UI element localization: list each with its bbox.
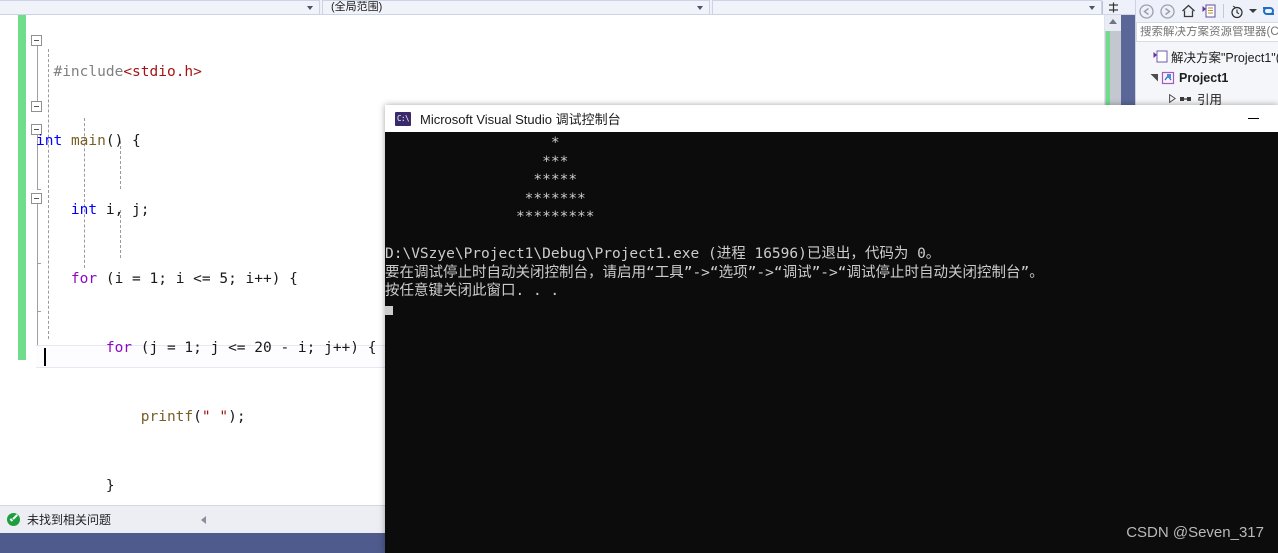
console-output: * *** ***** ******* ********* D:\VSzye\P… bbox=[385, 132, 1278, 553]
console-cursor bbox=[385, 305, 393, 315]
code-line-2: int main() { bbox=[36, 133, 141, 149]
tree-item-project[interactable]: Project1 bbox=[1136, 67, 1278, 88]
console-output-line: *** bbox=[385, 153, 569, 170]
error-list-status-text: 未找到相关问题 bbox=[27, 513, 112, 527]
app-window: (全局范围) #include<stdio.h> int main() {in… bbox=[0, 0, 1278, 553]
code-line-1: #include<stdio.h> bbox=[36, 64, 202, 80]
watermark-text: CSDN @Seven_317 bbox=[1126, 524, 1264, 541]
navigation-bar: (全局范围) bbox=[0, 0, 1278, 15]
back-arrow-icon[interactable] bbox=[1136, 1, 1157, 21]
twisty-placeholder bbox=[1140, 50, 1153, 63]
code-line-7: } bbox=[36, 478, 115, 494]
solution-explorer-search[interactable] bbox=[1136, 22, 1278, 42]
twisty-expanded-icon[interactable] bbox=[1148, 71, 1161, 84]
tree-item-solution[interactable]: 解决方案"Project1"(1 bbox=[1136, 46, 1278, 67]
navigation-scope-combo[interactable]: (全局范围) bbox=[322, 0, 710, 15]
tree-item-label: 解决方案"Project1"(1 bbox=[1171, 51, 1278, 65]
navigation-scope-combo-label: (全局范围) bbox=[331, 1, 383, 13]
minimize-button[interactable] bbox=[1231, 105, 1276, 132]
check-circle-icon bbox=[7, 513, 20, 526]
source-code[interactable]: #include<stdio.h> int main() { int i, j;… bbox=[36, 15, 403, 505]
console-output-line: 要在调试停止时自动关闭控制台，请启用“工具”->“选项”->“调试”->“调试停… bbox=[385, 264, 1044, 281]
chevron-down-icon[interactable] bbox=[1248, 1, 1258, 21]
cmd-console-icon: C:\ bbox=[395, 111, 411, 126]
code-line-4: for (i = 1; i <= 5; i++) { bbox=[70, 271, 298, 287]
toolbar-divider bbox=[1102, 1, 1103, 14]
scroll-up-arrow-icon[interactable] bbox=[1109, 19, 1117, 24]
code-line-3: int i, j; bbox=[70, 202, 150, 218]
console-output-line: ***** bbox=[385, 172, 578, 188]
console-output-line: ********* bbox=[385, 209, 595, 225]
chevron-down-icon bbox=[1089, 6, 1095, 10]
chevron-down-icon bbox=[307, 6, 313, 10]
home-icon[interactable] bbox=[1178, 1, 1199, 21]
navigation-member-combo[interactable] bbox=[712, 0, 1102, 15]
console-output-line: * bbox=[385, 135, 560, 151]
console-output-line: 按任意键关闭此窗口. . . bbox=[385, 283, 560, 299]
twisty-collapsed-icon[interactable] bbox=[1166, 92, 1179, 105]
code-line-6: printf(" "); bbox=[140, 409, 246, 425]
console-output-line: D:\VSzye\Project1\Debug\Project1.exe (进程… bbox=[385, 246, 941, 262]
toolbar-divider bbox=[1222, 4, 1224, 18]
console-title-bar[interactable]: C:\ Microsoft Visual Studio 调试控制台 bbox=[385, 105, 1278, 132]
solution-explorer-toolbar bbox=[1136, 0, 1278, 22]
sync-with-active-document-icon[interactable] bbox=[1199, 1, 1220, 21]
forward-arrow-icon[interactable] bbox=[1157, 1, 1178, 21]
debug-console-window[interactable]: C:\ Microsoft Visual Studio 调试控制台 * *** … bbox=[385, 105, 1278, 553]
solution-icon bbox=[1153, 50, 1170, 63]
references-icon bbox=[1179, 94, 1196, 104]
split-editor-icon[interactable] bbox=[1106, 1, 1120, 14]
pending-changes-filter-icon[interactable] bbox=[1227, 1, 1248, 21]
code-line-5: for (j = 1; j <= 20 - i; j++) { bbox=[105, 340, 377, 356]
change-tracking-bar bbox=[18, 15, 26, 360]
collapse-left-caret-icon[interactable] bbox=[201, 515, 207, 524]
refresh-icon[interactable] bbox=[1258, 1, 1278, 21]
console-output-line: ******* bbox=[385, 190, 586, 207]
minimize-icon bbox=[1248, 117, 1259, 120]
navigation-project-combo[interactable] bbox=[0, 0, 320, 15]
tree-item-label: Project1 bbox=[1179, 70, 1229, 85]
solution-tree[interactable]: 解决方案"Project1"(1 Project1 引用 bbox=[1136, 46, 1278, 109]
cpp-project-icon bbox=[1161, 71, 1178, 85]
console-title-text: Microsoft Visual Studio 调试控制台 bbox=[420, 112, 621, 127]
chevron-down-icon bbox=[697, 6, 703, 10]
search-input[interactable] bbox=[1137, 26, 1278, 38]
